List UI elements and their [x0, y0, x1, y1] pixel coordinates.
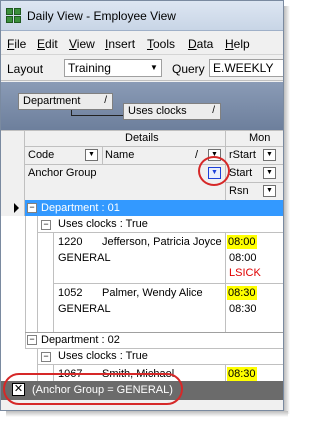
group-by-area: Department / Uses clocks / — [1, 82, 283, 130]
group-chip-department[interactable]: Department / — [18, 93, 113, 110]
rstart-cell: 08:00 — [227, 235, 257, 249]
anchor-cell: GENERAL — [58, 303, 111, 315]
sort-icon: / — [104, 95, 107, 106]
callout-oval — [3, 373, 183, 405]
app-icon — [6, 8, 22, 24]
column-rstart[interactable]: rStart — [229, 149, 256, 161]
rstart-cell: 08:30 — [227, 286, 257, 300]
column-code[interactable]: Code — [28, 149, 54, 161]
filter-dropdown-icon[interactable]: ▼ — [85, 149, 98, 161]
group-row-selected[interactable]: − Department : 01 — [1, 200, 283, 216]
menu-insert[interactable]: Insert — [105, 37, 135, 51]
code-cell: 1052 — [58, 287, 83, 299]
row-indicator-icon — [14, 203, 19, 213]
window-title: Daily View - Employee View — [27, 9, 176, 23]
collapse-icon[interactable]: − — [27, 203, 37, 213]
column-rsn[interactable]: Rsn — [229, 185, 249, 197]
menu-help[interactable]: Help — [225, 37, 250, 51]
start-cell: 08:30 — [229, 303, 257, 315]
grid-header: Details Mon Code ▼ Name / ▼ rStart ▼ Anc… — [1, 130, 283, 200]
sub-group-label: Uses clocks : True — [58, 350, 148, 362]
callout-circle — [198, 156, 230, 186]
toolbar: Layout Training ▼ Query E.WEEKLY — [1, 56, 283, 81]
menu-view[interactable]: View — [69, 37, 95, 51]
layout-label: Layout — [7, 62, 44, 76]
column-start[interactable]: Start — [229, 167, 252, 179]
group-chip-uses-clocks[interactable]: Uses clocks / — [123, 103, 221, 120]
group-label: Department : 01 — [41, 202, 120, 214]
name-cell: Palmer, Wendy Alice — [102, 287, 203, 299]
collapse-icon[interactable]: − — [41, 220, 51, 230]
rsn-cell: LSICK — [229, 267, 261, 279]
sort-icon: / — [212, 105, 215, 116]
data-grid[interactable]: − Department : 01 − Uses clocks : True 1… — [1, 200, 283, 381]
query-value: E.WEEKLY — [213, 61, 274, 75]
menu-bar: File Edit View Insert Tools Data Help — [1, 33, 283, 55]
menu-edit[interactable]: Edit — [37, 37, 58, 51]
menu-data[interactable]: Data — [188, 37, 213, 51]
sub-group-label: Uses clocks : True — [58, 218, 148, 230]
group-chip-label: Uses clocks — [128, 105, 187, 117]
filter-dropdown-icon[interactable]: ▼ — [263, 149, 276, 161]
code-cell: 1220 — [58, 236, 83, 248]
group-label: Department : 02 — [41, 334, 120, 346]
filter-dropdown-icon[interactable]: ▼ — [263, 167, 276, 179]
anchor-cell: GENERAL — [58, 252, 111, 264]
rstart-cell: 08:30 — [227, 367, 257, 381]
band-details[interactable]: Details — [125, 132, 159, 144]
name-cell: Jefferson, Patricia Joyce — [102, 236, 222, 248]
menu-tools[interactable]: Tools — [147, 37, 175, 51]
query-label: Query — [172, 62, 205, 76]
collapse-icon[interactable]: − — [41, 352, 51, 362]
column-name[interactable]: Name — [105, 149, 134, 161]
layout-value: Training — [68, 61, 111, 75]
group-chip-label: Department — [23, 95, 81, 107]
daily-view-window: Daily View - Employee View File Edit Vie… — [0, 0, 284, 411]
column-anchor-group[interactable]: Anchor Group — [28, 167, 96, 179]
chevron-down-icon[interactable]: ▼ — [147, 60, 161, 76]
sort-icon: / — [195, 149, 199, 161]
collapse-icon[interactable]: − — [27, 335, 37, 345]
query-dropdown[interactable]: E.WEEKLY — [209, 59, 283, 77]
filter-dropdown-icon[interactable]: ▼ — [263, 185, 276, 197]
title-bar[interactable]: Daily View - Employee View — [1, 1, 283, 31]
start-cell: 08:00 — [229, 252, 257, 264]
band-day[interactable]: Mon — [249, 132, 270, 144]
menu-file[interactable]: File — [7, 37, 26, 51]
layout-dropdown[interactable]: Training ▼ — [64, 59, 162, 77]
